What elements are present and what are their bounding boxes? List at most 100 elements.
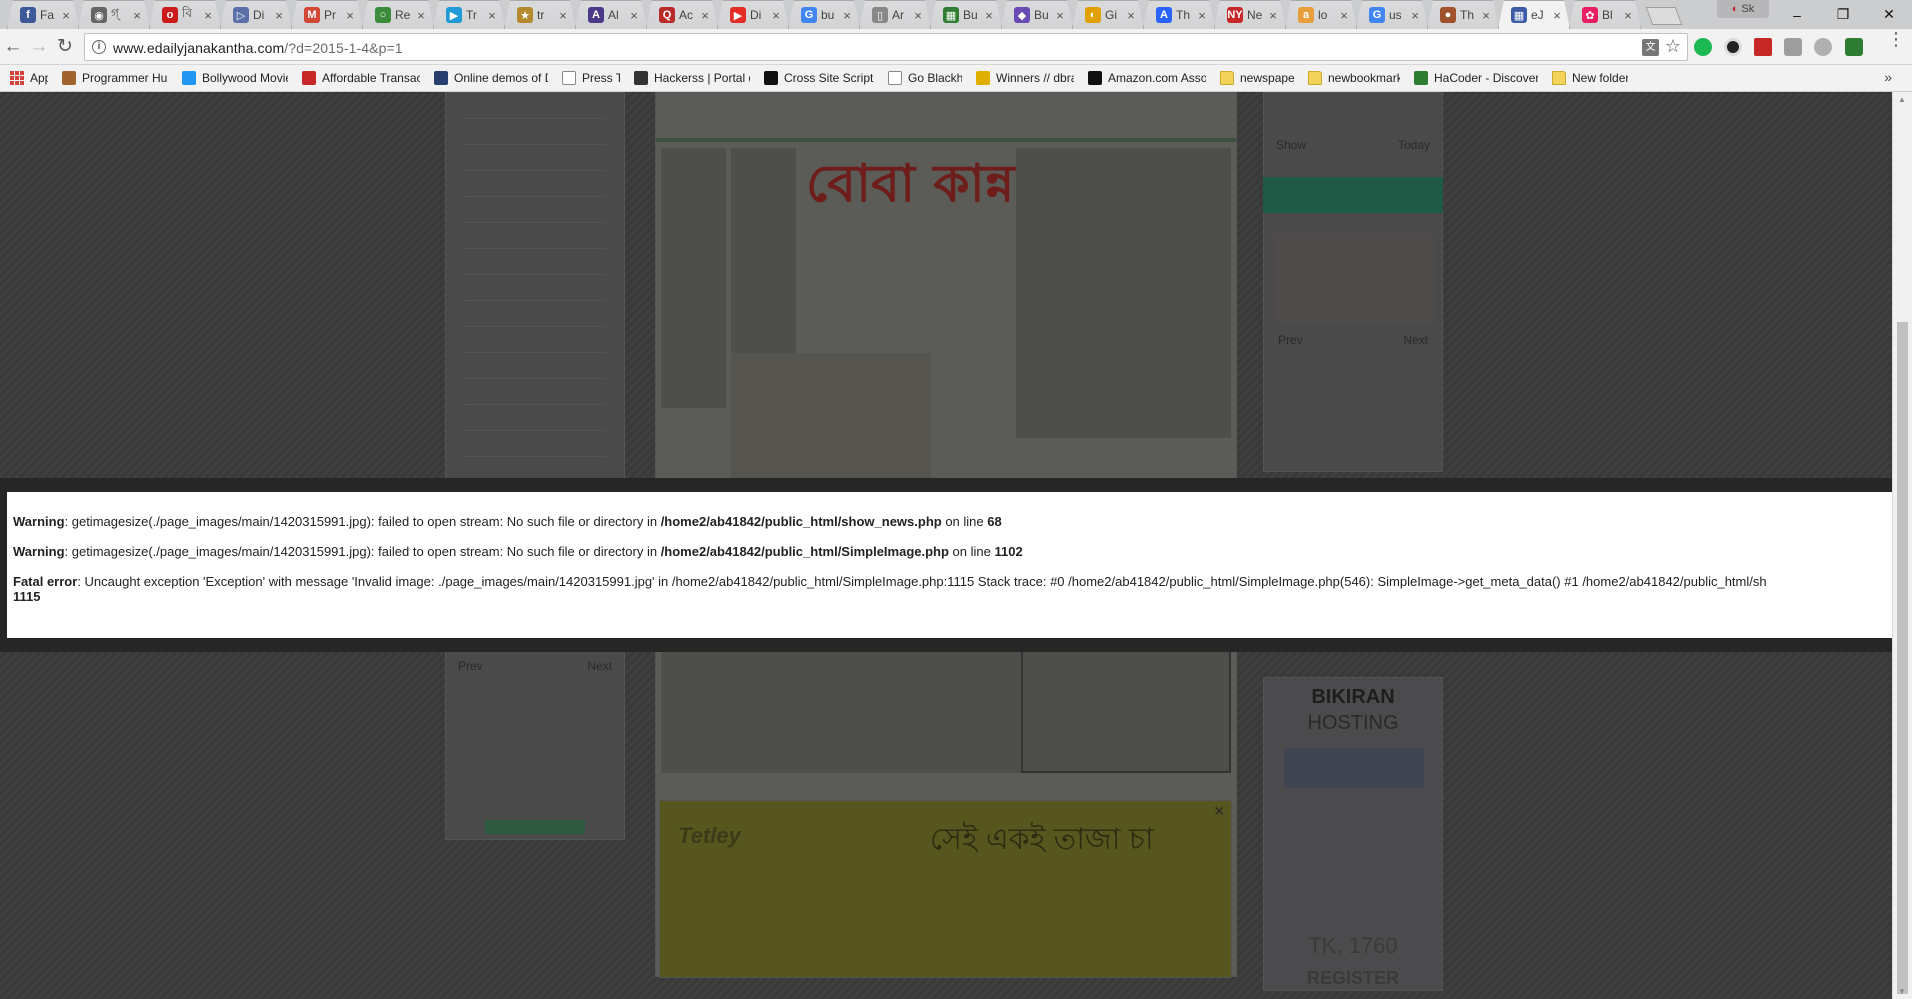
left-nav-item[interactable]: [464, 197, 606, 223]
right-next-link[interactable]: Next: [1403, 333, 1428, 347]
tab-close-icon[interactable]: ×: [415, 8, 427, 23]
tab-16[interactable]: A Th ×: [1143, 0, 1215, 29]
bookmark-4[interactable]: Online demos of Dolib: [428, 67, 554, 89]
left-nav-item[interactable]: [464, 275, 606, 301]
bookmark-0[interactable]: Apps: [4, 67, 54, 89]
tea-ad-close-icon[interactable]: ✕: [1213, 803, 1225, 820]
tab-close-icon[interactable]: ×: [1622, 8, 1634, 23]
tab-13[interactable]: ▦ Bu ×: [930, 0, 1002, 29]
tab-close-icon[interactable]: ×: [557, 8, 569, 23]
left-nav-item[interactable]: [464, 405, 606, 431]
close-window-button[interactable]: ✕: [1866, 0, 1912, 29]
tab-3[interactable]: ▷ Di ×: [220, 0, 292, 29]
tab-0[interactable]: f Fa ×: [7, 0, 79, 29]
new-tab-button[interactable]: [1645, 7, 1683, 25]
tab-close-icon[interactable]: ×: [1196, 8, 1208, 23]
left-next-link[interactable]: Next: [587, 659, 612, 673]
tab-17[interactable]: NY Ne ×: [1214, 0, 1286, 29]
tab-1[interactable]: ◉ গ্ ×: [78, 0, 150, 29]
left-nav-item[interactable]: [464, 301, 606, 327]
address-bar[interactable]: i www.edailyjanakantha.com/?d=2015-1-4&p…: [84, 33, 1688, 61]
tab-close-icon[interactable]: ×: [1267, 8, 1279, 23]
tab-close-icon[interactable]: ×: [841, 8, 853, 23]
extension-pdf-icon[interactable]: [1754, 38, 1772, 56]
bookmarks-overflow-button[interactable]: »: [1884, 69, 1892, 85]
extension-cloud-icon[interactable]: [1814, 38, 1832, 56]
bookmark-star-icon[interactable]: ☆: [1665, 36, 1681, 57]
page-selector-bar[interactable]: [1263, 177, 1443, 213]
tab-close-icon[interactable]: ×: [770, 8, 782, 23]
tab-close-icon[interactable]: ×: [628, 8, 640, 23]
tab-11[interactable]: Gbu ×: [788, 0, 860, 29]
bookmark-5[interactable]: Press This: [556, 67, 626, 89]
forward-button[interactable]: →: [29, 37, 49, 57]
tab-10[interactable]: ▶ Di ×: [717, 0, 789, 29]
bookmark-10[interactable]: Amazon.com Associa: [1082, 67, 1212, 89]
tab-6[interactable]: ▶ Tr ×: [433, 0, 505, 29]
left-nav-item[interactable]: [464, 145, 606, 171]
today-button[interactable]: Today: [1398, 138, 1430, 152]
tab-4[interactable]: M Pr ×: [291, 0, 363, 29]
bookmark-13[interactable]: HaCoder - Discover th: [1408, 67, 1544, 89]
tab-22[interactable]: ✿ Bl ×: [1569, 0, 1641, 29]
site-info-icon[interactable]: i: [92, 40, 106, 54]
bookmark-6[interactable]: Hackerss | Portal de S: [628, 67, 756, 89]
left-nav-item[interactable]: [464, 223, 606, 249]
tab-close-icon[interactable]: ×: [983, 8, 995, 23]
scroll-up-icon[interactable]: ▲: [1898, 95, 1906, 104]
translate-icon[interactable]: 文: [1642, 39, 1659, 56]
bookmark-3[interactable]: Affordable Transaction: [296, 67, 426, 89]
bookmark-1[interactable]: Programmer Humor: [56, 67, 174, 89]
tab-9[interactable]: Q Ac ×: [646, 0, 718, 29]
maximize-button[interactable]: ❐: [1820, 0, 1866, 29]
profile-button[interactable]: ◐ Sk: [1717, 0, 1769, 18]
tab-close-icon[interactable]: ×: [202, 8, 214, 23]
tab-close-icon[interactable]: ×: [699, 8, 711, 23]
tab-close-icon[interactable]: ×: [1480, 8, 1492, 23]
tab-20[interactable]: ● Th ×: [1427, 0, 1499, 29]
right-prev-link[interactable]: Prev: [1278, 333, 1303, 347]
extension-new-badge-icon[interactable]: [1845, 38, 1863, 56]
tab-5[interactable]: ○ Re ×: [362, 0, 434, 29]
tab-close-icon[interactable]: ×: [60, 8, 72, 23]
tab-close-icon[interactable]: ×: [486, 8, 498, 23]
tab-close-icon[interactable]: ×: [1054, 8, 1066, 23]
bookmark-12[interactable]: newbookmark: [1302, 67, 1406, 89]
back-button[interactable]: ←: [3, 37, 23, 57]
chrome-menu-icon[interactable]: ⋮: [1887, 30, 1905, 48]
thumbnail-preview[interactable]: [1274, 233, 1434, 323]
tab-2[interactable]: o বি ×: [149, 0, 221, 29]
bookmark-14[interactable]: New folder: [1546, 67, 1634, 89]
extension-camera-icon[interactable]: [1724, 38, 1742, 56]
tab-8[interactable]: A Al ×: [575, 0, 647, 29]
left-nav-item[interactable]: [464, 171, 606, 197]
left-nav-item[interactable]: [464, 353, 606, 379]
url-text[interactable]: www.edailyjanakantha.com/?d=2015-1-4&p=1: [113, 40, 403, 56]
tab-close-icon[interactable]: ×: [1551, 8, 1563, 23]
left-nav-item[interactable]: [464, 379, 606, 405]
tab-15[interactable]: ◐ Gi ×: [1072, 0, 1144, 29]
scroll-down-icon[interactable]: ▼: [1898, 987, 1906, 996]
extension-puzzle-icon[interactable]: [1784, 38, 1802, 56]
tab-19[interactable]: Gus ×: [1356, 0, 1428, 29]
scrollbar-thumb[interactable]: [1897, 322, 1908, 994]
tab-close-icon[interactable]: ×: [1409, 8, 1421, 23]
tab-18[interactable]: a lo ×: [1285, 0, 1357, 29]
reload-button[interactable]: ↻: [55, 37, 75, 57]
left-nav-item[interactable]: [464, 119, 606, 145]
tab-close-icon[interactable]: ×: [1125, 8, 1137, 23]
bookmark-2[interactable]: Bollywood Movies 20: [176, 67, 294, 89]
tab-close-icon[interactable]: ×: [131, 8, 143, 23]
left-nav-item[interactable]: [464, 93, 606, 119]
extension-green-dot-icon[interactable]: [1694, 38, 1712, 56]
page-scrollbar[interactable]: ▲ ▼: [1892, 92, 1912, 999]
tab-12[interactable]: ▯ Ar ×: [859, 0, 931, 29]
left-nav-item[interactable]: [464, 249, 606, 275]
tab-21[interactable]: ▦ eJ ×: [1498, 0, 1570, 29]
bookmark-8[interactable]: Go Blackhat: [882, 67, 968, 89]
bookmark-9[interactable]: Winners // dbrand: [970, 67, 1080, 89]
tea-ad-banner[interactable]: Tetley সেই একই তাজা চা ✕: [659, 800, 1232, 978]
left-nav-item[interactable]: [464, 431, 606, 457]
bookmark-11[interactable]: newspaper: [1214, 67, 1300, 89]
tab-close-icon[interactable]: ×: [273, 8, 285, 23]
